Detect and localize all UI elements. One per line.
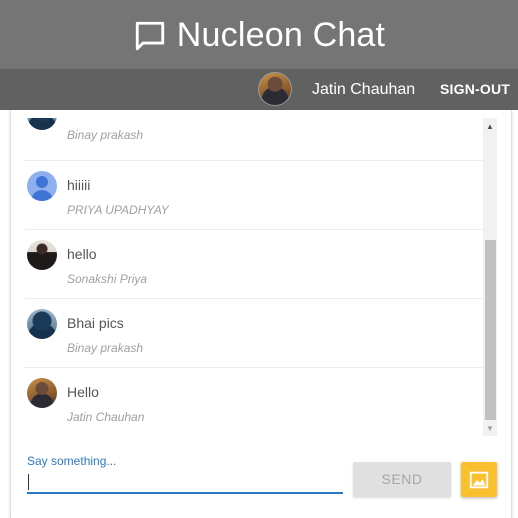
chat-bubble-icon	[135, 21, 164, 50]
message-scrollbar[interactable]: ▲ ▼	[483, 118, 497, 436]
avatar	[27, 171, 57, 201]
app-header: Nucleon Chat	[0, 0, 518, 69]
list-item: hi Binay prakash	[25, 118, 483, 161]
avatar	[27, 378, 57, 408]
image-icon	[469, 471, 489, 488]
avatar	[27, 240, 57, 270]
user-name: Jatin Chauhan	[312, 81, 416, 98]
list-item: hiiiii PRIYA UPADHYAY	[25, 161, 483, 230]
message-author: Sonakshi Priya	[67, 272, 148, 286]
message-author: Binay prakash	[67, 341, 144, 355]
list-item: Bhai pics Binay prakash	[25, 299, 483, 368]
scroll-up-arrow-icon[interactable]: ▲	[483, 120, 497, 134]
list-item: Hello Jatin Chauhan	[25, 368, 483, 436]
scrollbar-thumb[interactable]	[485, 240, 496, 420]
message-author: Binay prakash	[67, 128, 144, 142]
message-text: Hello	[67, 384, 99, 400]
avatar	[27, 118, 57, 130]
app-title: Nucleon Chat	[176, 16, 386, 54]
message-text: hello	[67, 246, 97, 262]
text-caret	[28, 474, 29, 490]
message-text: hiiiii	[67, 177, 91, 193]
list-item: hello Sonakshi Priya	[25, 230, 483, 299]
user-bar: Jatin Chauhan SIGN-OUT	[0, 69, 518, 110]
avatar	[258, 72, 292, 106]
sign-out-button[interactable]: SIGN-OUT	[440, 81, 510, 97]
send-button[interactable]: SEND	[353, 462, 451, 497]
message-text: Bhai pics	[67, 315, 124, 331]
message-author: PRIYA UPADHYAY	[67, 203, 169, 217]
scroll-down-arrow-icon[interactable]: ▼	[483, 422, 497, 436]
message-input-label: Say something...	[27, 454, 117, 468]
chat-card: hi Binay prakash hiiiii PRIYA UPADHYAY h…	[10, 110, 512, 518]
message-input[interactable]	[27, 470, 343, 494]
upload-image-button[interactable]	[461, 462, 497, 497]
avatar	[27, 309, 57, 339]
app-logo: Nucleon Chat	[133, 16, 385, 55]
message-author: Jatin Chauhan	[67, 410, 145, 424]
message-list[interactable]: hi Binay prakash hiiiii PRIYA UPADHYAY h…	[25, 118, 483, 436]
